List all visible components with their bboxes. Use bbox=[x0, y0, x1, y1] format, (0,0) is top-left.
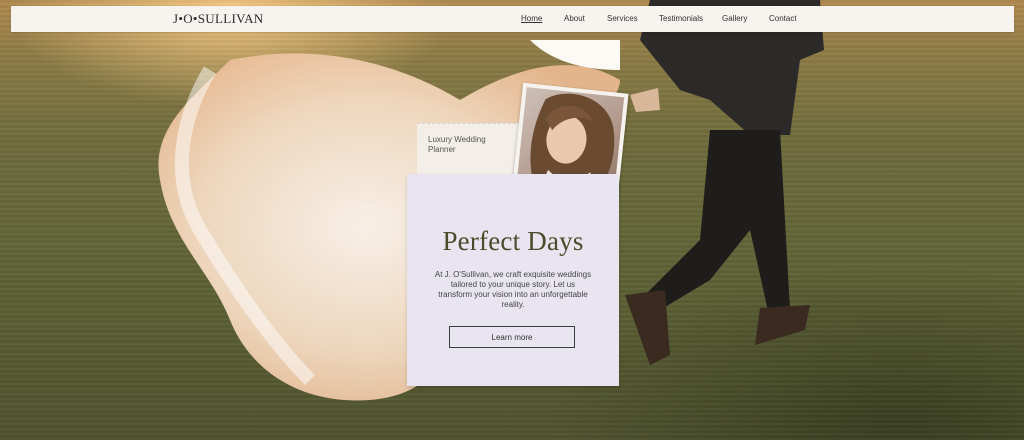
nav-link-home[interactable]: Home bbox=[521, 14, 542, 23]
nav-link-services[interactable]: Services bbox=[607, 14, 638, 23]
groom-image bbox=[625, 0, 824, 365]
nav-links: Home About Services Testimonials Gallery… bbox=[11, 14, 1014, 28]
hero-background: J•O•SULLIVAN Home About Services Testimo… bbox=[0, 0, 1024, 440]
nav-link-about[interactable]: About bbox=[564, 14, 585, 23]
tag-text: Luxury Wedding Planner bbox=[428, 135, 486, 154]
hero-title: Perfect Days bbox=[442, 226, 584, 256]
top-navigation-bar: J•O•SULLIVAN Home About Services Testimo… bbox=[11, 6, 1014, 32]
nav-link-testimonials[interactable]: Testimonials bbox=[659, 14, 703, 23]
learn-more-button[interactable]: Learn more bbox=[449, 326, 575, 348]
hero-card: Perfect Days At J. O'Sullivan, we craft … bbox=[407, 174, 619, 386]
nav-link-gallery[interactable]: Gallery bbox=[722, 14, 747, 23]
hero-description: At J. O'Sullivan, we craft exquisite wed… bbox=[434, 270, 592, 309]
nav-link-contact[interactable]: Contact bbox=[769, 14, 797, 23]
